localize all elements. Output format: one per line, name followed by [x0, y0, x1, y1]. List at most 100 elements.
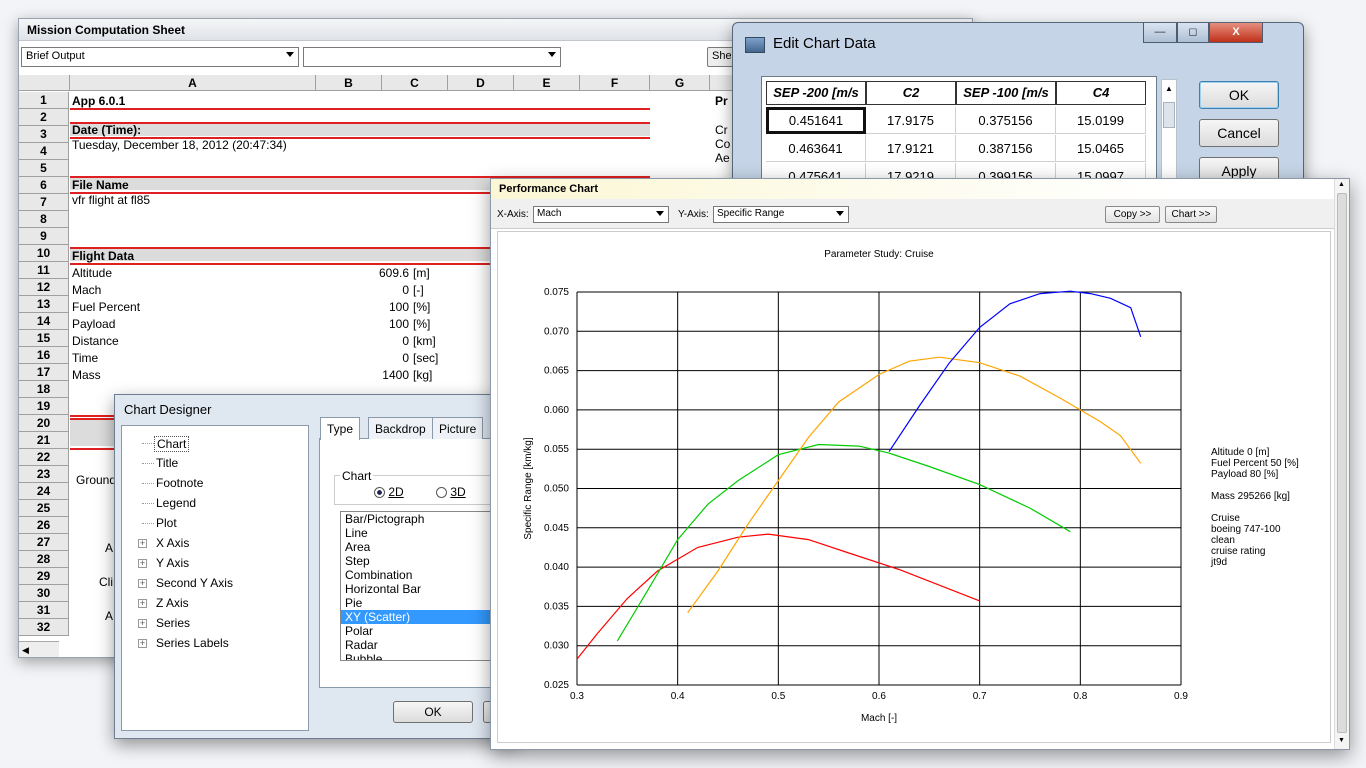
row-header[interactable]: 7 [19, 194, 69, 211]
row-header[interactable]: 12 [19, 279, 69, 296]
output-select[interactable]: Brief Output [21, 47, 299, 67]
tree-item[interactable]: X Axis [156, 536, 189, 550]
row-header[interactable]: 18 [19, 381, 69, 398]
row-header[interactable]: 27 [19, 534, 69, 551]
chart-type-option[interactable]: Radar [341, 638, 515, 652]
row-header[interactable]: 17 [19, 364, 69, 381]
tree-item[interactable]: Footnote [156, 476, 203, 490]
row-header[interactable]: 2 [19, 109, 69, 126]
tree-item[interactable]: Series [156, 616, 190, 630]
col-header-b[interactable]: B [316, 75, 382, 91]
row-header[interactable]: 30 [19, 585, 69, 602]
row-header[interactable]: 5 [19, 160, 69, 177]
row-header[interactable]: 8 [19, 211, 69, 228]
expand-icon[interactable]: + [138, 539, 147, 548]
chart-type-option[interactable]: Line [341, 526, 515, 540]
row-header[interactable]: 21 [19, 432, 69, 449]
expand-icon[interactable]: + [138, 559, 147, 568]
tree-item[interactable]: Series Labels [156, 636, 229, 650]
tree-item[interactable]: Plot [156, 516, 177, 530]
radio-3d[interactable]: 3D [436, 485, 466, 499]
chart-type-option[interactable]: XY (Scatter) [341, 610, 515, 624]
perf-vertical-scrollbar[interactable]: ▲ ▼ [1334, 179, 1349, 749]
chart-type-option[interactable]: Area [341, 540, 515, 554]
edit-ok-button[interactable]: OK [1199, 81, 1279, 109]
chart-type-option[interactable]: Pie [341, 596, 515, 610]
row-header[interactable]: 16 [19, 347, 69, 364]
row-header[interactable]: 28 [19, 551, 69, 568]
row-header[interactable]: 20 [19, 415, 69, 432]
row-header[interactable]: 6 [19, 177, 69, 194]
chart-type-option[interactable]: Step [341, 554, 515, 568]
expand-icon[interactable]: + [138, 619, 147, 628]
tab-backdrop[interactable]: Backdrop [368, 417, 433, 439]
designer-ok-button[interactable]: OK [393, 701, 473, 723]
row-header[interactable]: 1 [19, 92, 69, 109]
chart-type-option[interactable]: Horizontal Bar [341, 582, 515, 596]
row-header[interactable]: 26 [19, 517, 69, 534]
yaxis-select[interactable]: Specific Range [713, 206, 849, 223]
expand-icon[interactable]: + [138, 579, 147, 588]
row-header[interactable]: 9 [19, 228, 69, 245]
row-header[interactable]: 10 [19, 245, 69, 262]
tree-item[interactable]: Second Y Axis [156, 576, 233, 590]
table-cell[interactable]: 0.387156 [956, 135, 1056, 162]
row-header[interactable]: 22 [19, 449, 69, 466]
row-header[interactable]: 3 [19, 126, 69, 143]
col-header-g[interactable]: G [650, 75, 710, 91]
table-cell[interactable]: 17.9175 [866, 107, 956, 134]
row-header[interactable]: 11 [19, 262, 69, 279]
row-header[interactable]: 14 [19, 313, 69, 330]
tree-item[interactable]: Z Axis [156, 596, 189, 610]
row-header[interactable]: 31 [19, 602, 69, 619]
row-header[interactable]: 25 [19, 500, 69, 517]
table-cell[interactable]: 15.0465 [1056, 135, 1146, 162]
row-header[interactable]: 29 [19, 568, 69, 585]
column-header[interactable]: SEP -100 [m/s [956, 81, 1056, 105]
tree-item[interactable]: Title [156, 456, 178, 470]
chart-button[interactable]: Chart >> [1165, 206, 1217, 223]
column-header[interactable]: C4 [1056, 81, 1146, 105]
chart-type-option[interactable]: Polar [341, 624, 515, 638]
copy-button[interactable]: Copy >> [1105, 206, 1160, 223]
corner-cell[interactable] [19, 75, 70, 91]
col-header-a[interactable]: A [70, 75, 316, 91]
edit-cancel-button[interactable]: Cancel [1199, 119, 1279, 147]
xaxis-select[interactable]: Mach [533, 206, 669, 223]
expand-icon[interactable]: + [138, 599, 147, 608]
row-header[interactable]: 19 [19, 398, 69, 415]
second-select[interactable] [303, 47, 561, 67]
row-header[interactable]: 13 [19, 296, 69, 313]
table-cell[interactable]: 15.0199 [1056, 107, 1146, 134]
tab-picture[interactable]: Picture [432, 417, 484, 439]
scroll-thumb[interactable] [1337, 193, 1347, 733]
tab-type[interactable]: Type [320, 417, 361, 440]
tree-item[interactable]: Legend [156, 496, 196, 510]
col-header-e[interactable]: E [514, 75, 580, 91]
column-header[interactable]: SEP -200 [m/s [766, 81, 866, 105]
table-cell[interactable]: 0.451641 [766, 107, 866, 134]
horizontal-scrollbar[interactable]: ◀ [19, 641, 59, 657]
radio-2d[interactable]: 2D [374, 485, 404, 499]
table-cell[interactable]: 0.375156 [956, 107, 1056, 134]
maximize-button[interactable]: ◻ [1177, 23, 1209, 43]
row-header[interactable]: 4 [19, 143, 69, 160]
column-header[interactable]: C2 [866, 81, 956, 105]
chart-type-option[interactable]: Bar/Pictograph [341, 512, 515, 526]
col-header-c[interactable]: C [382, 75, 448, 91]
tree-item[interactable]: Y Axis [156, 556, 189, 570]
row-header[interactable]: 15 [19, 330, 69, 347]
table-cell[interactable]: 17.9121 [866, 135, 956, 162]
chart-type-option[interactable]: Combination [341, 568, 515, 582]
row-header[interactable]: 23 [19, 466, 69, 483]
tree-item[interactable]: Chart [154, 436, 190, 452]
chart-type-option[interactable]: Bubble [341, 652, 515, 660]
minimize-button[interactable]: — [1143, 23, 1177, 43]
col-header-f[interactable]: F [580, 75, 650, 91]
row-header[interactable]: 32 [19, 619, 69, 636]
close-button[interactable]: X [1209, 23, 1263, 43]
expand-icon[interactable]: + [138, 639, 147, 648]
row-header[interactable]: 24 [19, 483, 69, 500]
col-header-d[interactable]: D [448, 75, 514, 91]
table-cell[interactable]: 0.463641 [766, 135, 866, 162]
